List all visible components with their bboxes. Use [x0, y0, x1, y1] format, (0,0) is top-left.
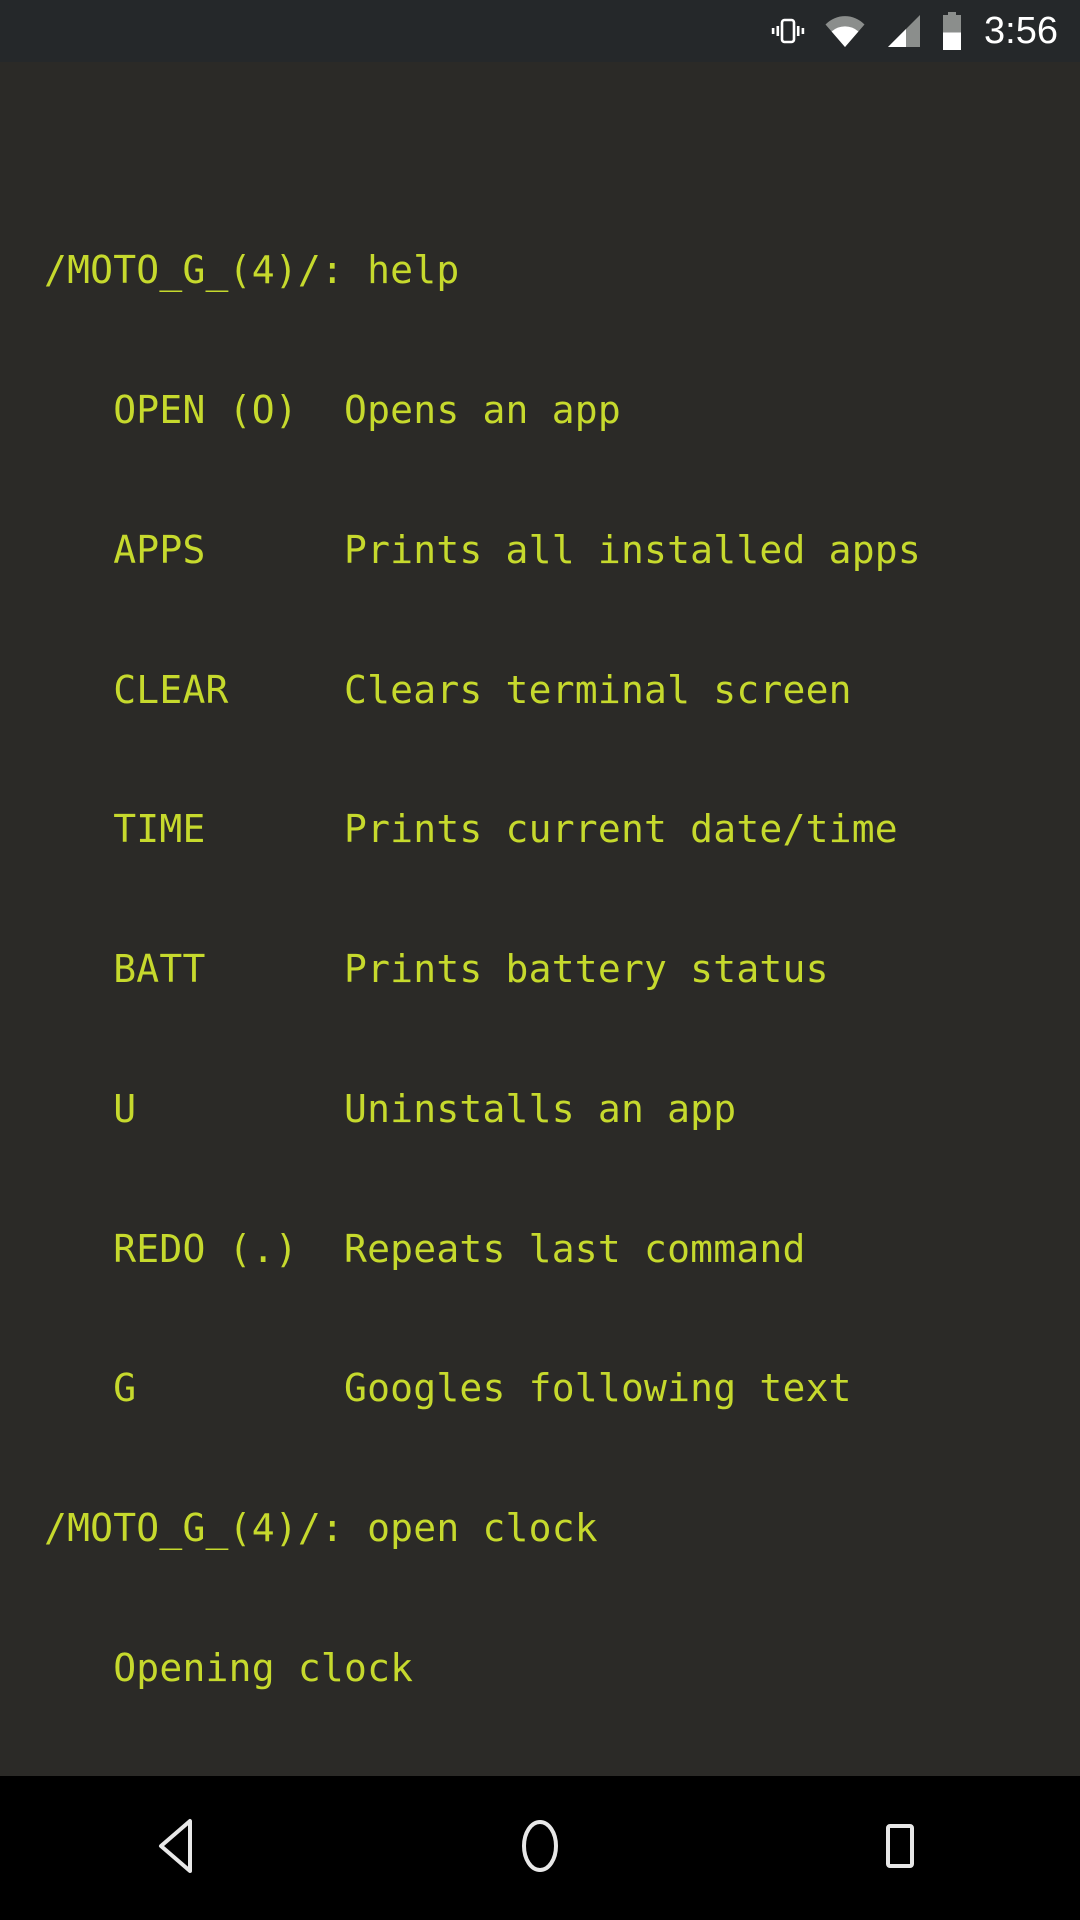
status-bar-clock: 3:56	[984, 10, 1058, 52]
vibrate-icon	[770, 13, 806, 49]
terminal-line: TIME Prints current date/time	[44, 807, 898, 852]
status-bar-icons	[770, 12, 964, 50]
home-circle-icon	[512, 1817, 568, 1879]
terminal-line: BATT Prints battery status	[44, 947, 829, 992]
status-bar: 3:56	[0, 0, 1080, 62]
terminal-output: /MOTO_G_(4)/: help OPEN (O) Opens an app…	[0, 154, 1080, 1776]
terminal-line: /MOTO_G_(4)/: help	[44, 248, 460, 293]
terminal-line: CLEAR Clears terminal screen	[44, 667, 852, 712]
back-triangle-icon	[154, 1818, 206, 1878]
terminal-line: /MOTO_G_(4)/: open clock	[44, 1506, 598, 1551]
terminal-line: U Uninstalls an app	[44, 1086, 737, 1131]
battery-icon	[940, 12, 964, 50]
recents-square-icon	[874, 1818, 926, 1878]
terminal-line: G Googles following text	[44, 1366, 852, 1411]
terminal-line: OPEN (O) Opens an app	[44, 387, 621, 432]
terminal-line: REDO (.) Repeats last command	[44, 1226, 806, 1271]
terminal-line: APPS Prints all installed apps	[44, 527, 921, 572]
terminal-screen[interactable]: /MOTO_G_(4)/: help OPEN (O) Opens an app…	[0, 62, 1080, 1776]
terminal-line: Opening clock	[44, 1646, 414, 1690]
phone-screen: 3:56 /MOTO_G_(4)/: help OPEN (O) Opens a…	[0, 0, 1080, 1920]
cellular-signal-icon	[884, 14, 922, 48]
home-button[interactable]	[450, 1776, 630, 1920]
wifi-icon	[824, 14, 866, 48]
recents-button[interactable]	[810, 1776, 990, 1920]
android-navigation-bar	[0, 1776, 1080, 1920]
back-button[interactable]	[90, 1776, 270, 1920]
